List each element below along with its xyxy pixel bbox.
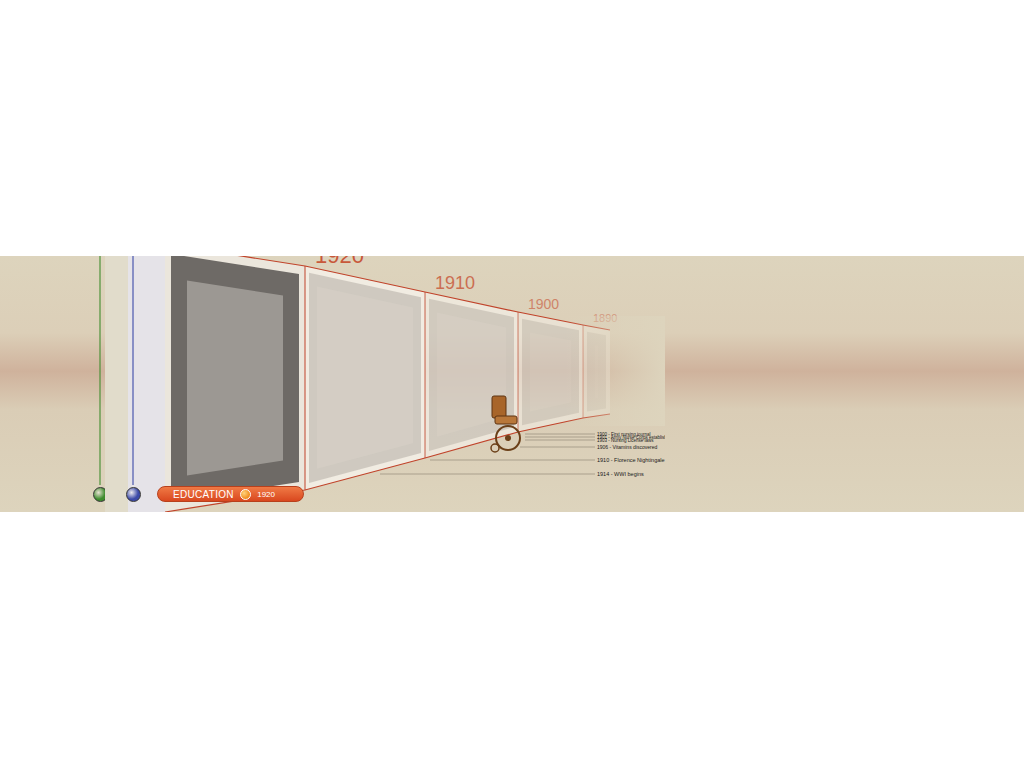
event-label: 1903 - Nursing License laws [597, 438, 654, 443]
blank-top [0, 0, 1024, 256]
section-year: 1920 [257, 490, 275, 499]
rail-dot[interactable] [126, 487, 141, 502]
decade-panel[interactable]: 1920 [305, 256, 425, 490]
decade-panel[interactable]: 1910 [425, 273, 518, 458]
current-panel [165, 256, 305, 512]
timeline-wall: 19201910190018901900 - First nursing jou… [165, 256, 665, 512]
decade-year: 1900 [528, 296, 559, 312]
timeline-rail [95, 256, 105, 512]
rail-line [99, 256, 101, 485]
timeline-band: 19201910190018901900 - First nursing jou… [0, 256, 1024, 512]
decade-year: 1910 [435, 273, 475, 293]
timeline-event[interactable]: 1903 - Nursing License laws [525, 438, 654, 443]
year-dot [240, 489, 251, 500]
decade-year: 1920 [315, 256, 364, 268]
page: 19201910190018901900 - First nursing jou… [0, 0, 1024, 768]
section-tag[interactable]: EDUCATION 1920 [157, 486, 304, 502]
event-label: 1914 - WWI begins [597, 471, 644, 477]
section-label: EDUCATION [173, 489, 234, 500]
rail-line [132, 256, 134, 485]
rail-strip [128, 256, 165, 512]
event-label: 1910 - Florence Nightingale dies [597, 457, 665, 463]
event-label: 1906 - Vitamins discovered [597, 444, 657, 450]
timeline-event[interactable]: 1910 - Florence Nightingale dies [430, 457, 665, 463]
timeline-event[interactable]: 1906 - Vitamins discovered [520, 444, 657, 450]
wheelchair-icon [491, 396, 520, 452]
timeline-rail [128, 256, 138, 512]
timeline-event[interactable]: 1914 - WWI begins [380, 471, 644, 477]
